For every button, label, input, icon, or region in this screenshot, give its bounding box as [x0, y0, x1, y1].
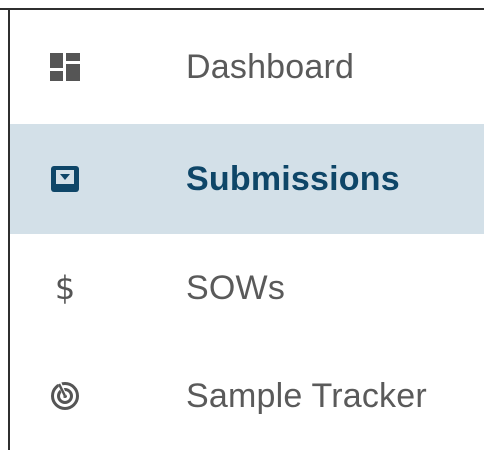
sidebar-item-sample-tracker[interactable]: Sample Tracker [10, 342, 484, 450]
sidebar-nav: Dashboard Submissions $ SOWs Sample Trac… [10, 10, 484, 450]
sidebar-item-label: SOWs [186, 268, 286, 307]
sidebar-item-sows[interactable]: $ SOWs [10, 234, 484, 342]
sidebar-nav-frame: Dashboard Submissions $ SOWs Sample Trac… [0, 0, 484, 450]
sidebar-item-label: Dashboard [186, 47, 355, 86]
sidebar-item-dashboard[interactable]: Dashboard [10, 10, 484, 124]
radar-icon [50, 381, 80, 411]
submissions-icon [50, 164, 80, 194]
sidebar-item-submissions[interactable]: Submissions [10, 124, 484, 234]
dashboard-icon [50, 52, 80, 82]
dollar-icon: $ [54, 269, 76, 307]
sidebar-item-label: Submissions [186, 159, 400, 198]
sidebar-item-label: Sample Tracker [186, 376, 427, 415]
